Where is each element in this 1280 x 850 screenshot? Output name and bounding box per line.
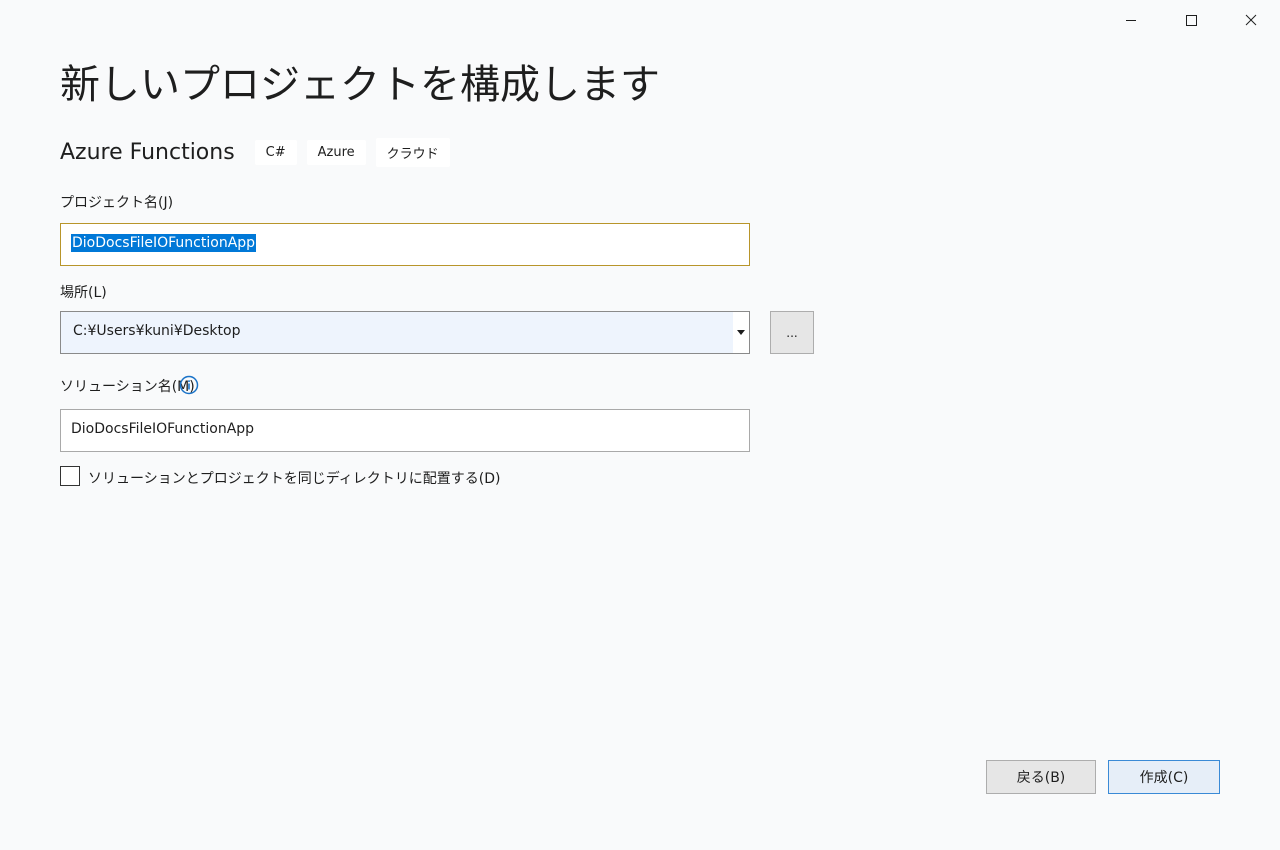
solution-name-value: DioDocsFileIOFunctionApp — [71, 421, 255, 437]
project-name-value: DioDocsFileIOFunctionApp — [71, 234, 257, 252]
project-name-input[interactable]: DioDocsFileIOFunctionApp — [60, 223, 750, 266]
maximize-button[interactable] — [1162, 0, 1220, 40]
template-tag: Azure — [306, 139, 366, 165]
info-icon[interactable] — [179, 375, 199, 395]
minimize-icon — [1126, 20, 1136, 21]
maximize-icon — [1186, 15, 1197, 26]
configure-project-window: 新しいプロジェクトを構成します Azure Functions C# Azure… — [0, 0, 1280, 850]
template-tag: クラウド — [375, 137, 450, 167]
minimize-button[interactable] — [1102, 0, 1160, 40]
template-name: Azure Functions — [60, 139, 235, 165]
location-dropdown-button[interactable] — [733, 312, 749, 353]
create-button[interactable]: 作成(C) — [1108, 760, 1220, 794]
location-value: C:¥Users¥kuni¥Desktop — [73, 323, 241, 339]
location-label: 場所(L) — [60, 285, 107, 301]
solution-name-input[interactable]: DioDocsFileIOFunctionApp — [60, 409, 750, 452]
browse-button[interactable]: ... — [770, 311, 814, 354]
solution-name-label: ソリューション名(M) — [60, 379, 195, 395]
close-button[interactable] — [1222, 0, 1280, 40]
same-directory-checkbox-label[interactable]: ソリューションとプロジェクトを同じディレクトリに配置する(D) — [88, 468, 500, 488]
project-name-label: プロジェクト名(J) — [60, 195, 174, 211]
template-info: Azure Functions C# Azure クラウド — [60, 136, 460, 168]
template-tag: C# — [254, 139, 297, 165]
chevron-down-icon — [737, 330, 745, 335]
close-icon — [1245, 14, 1257, 26]
back-button[interactable]: 戻る(B) — [986, 760, 1096, 794]
location-combobox[interactable]: C:¥Users¥kuni¥Desktop — [60, 311, 750, 354]
page-title: 新しいプロジェクトを構成します — [60, 62, 660, 108]
same-directory-checkbox[interactable] — [60, 466, 80, 486]
